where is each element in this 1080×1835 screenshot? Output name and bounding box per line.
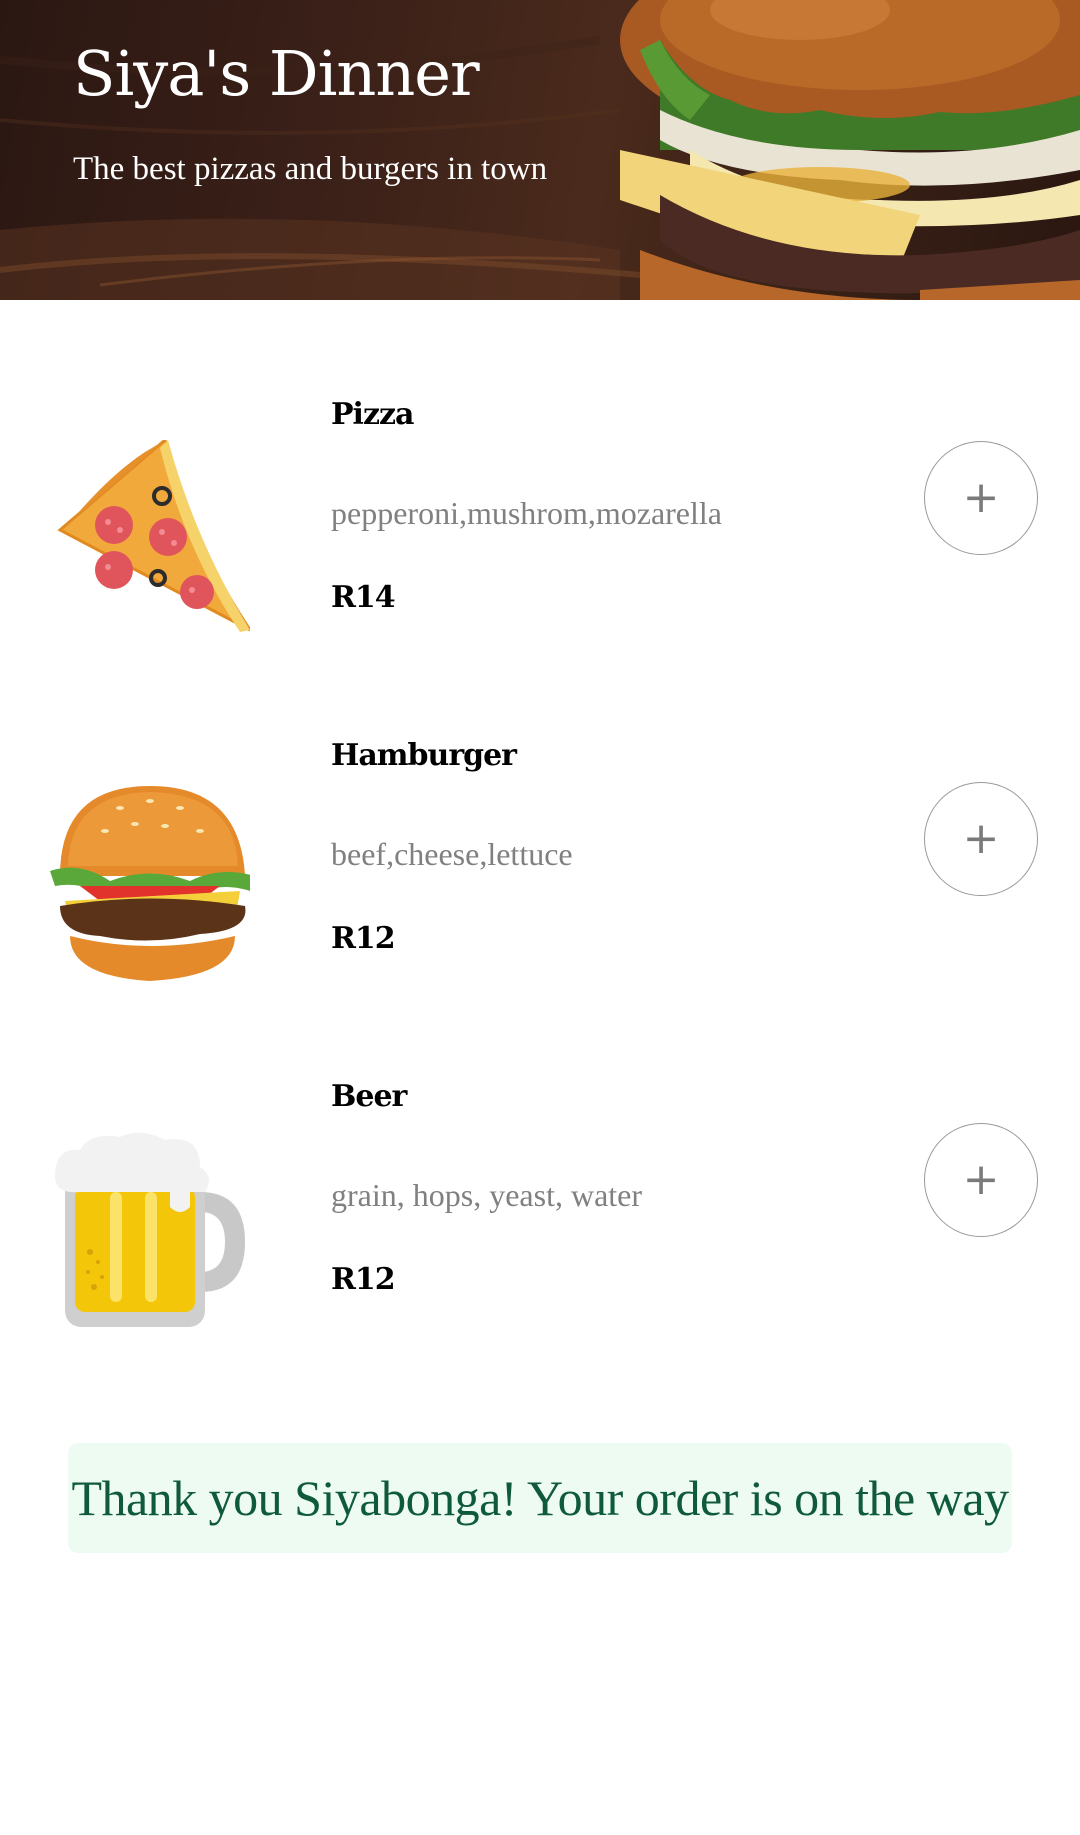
hero-banner: Siya's Dinner The best pizzas and burger…: [0, 0, 1080, 300]
pizza-icon: [57, 440, 250, 632]
page-title: Siya's Dinner: [73, 37, 480, 110]
menu-item-description: pepperoni,mushrom,mozarella: [331, 495, 722, 531]
order-confirmation-banner: Thank you Siyabonga! Your order is on th…: [68, 1443, 1012, 1553]
menu-item-price: R12: [331, 1262, 396, 1297]
plus-icon: +: [962, 813, 1000, 864]
burger-photo: [620, 0, 1080, 300]
menu-item-price: R14: [331, 580, 396, 615]
menu-item-description: beef,cheese,lettuce: [331, 836, 573, 872]
hamburger-icon: [50, 786, 250, 981]
menu-item-beer: Beer grain, hops, yeast, water R12 +: [0, 1062, 1080, 1362]
page-subtitle: The best pizzas and burgers in town: [73, 151, 548, 187]
add-hamburger-button[interactable]: +: [924, 782, 1038, 896]
menu-item-name: Pizza: [331, 397, 414, 432]
add-beer-button[interactable]: +: [924, 1123, 1038, 1237]
menu-item-description: grain, hops, yeast, water: [331, 1177, 643, 1213]
order-confirmation-message: Thank you Siyabonga! Your order is on th…: [71, 1470, 1009, 1526]
menu-item-hamburger: Hamburger beef,cheese,lettuce R12 +: [0, 721, 1080, 1021]
menu-item-name: Hamburger: [331, 738, 517, 773]
menu-item-pizza: Pizza pepperoni,mushrom,mozarella R14 +: [0, 380, 1080, 680]
plus-icon: +: [962, 472, 1000, 523]
add-pizza-button[interactable]: +: [924, 441, 1038, 555]
menu-item-name: Beer: [331, 1079, 407, 1114]
menu-item-price: R12: [331, 921, 396, 956]
beer-mug-icon: [55, 1132, 245, 1327]
plus-icon: +: [962, 1154, 1000, 1205]
